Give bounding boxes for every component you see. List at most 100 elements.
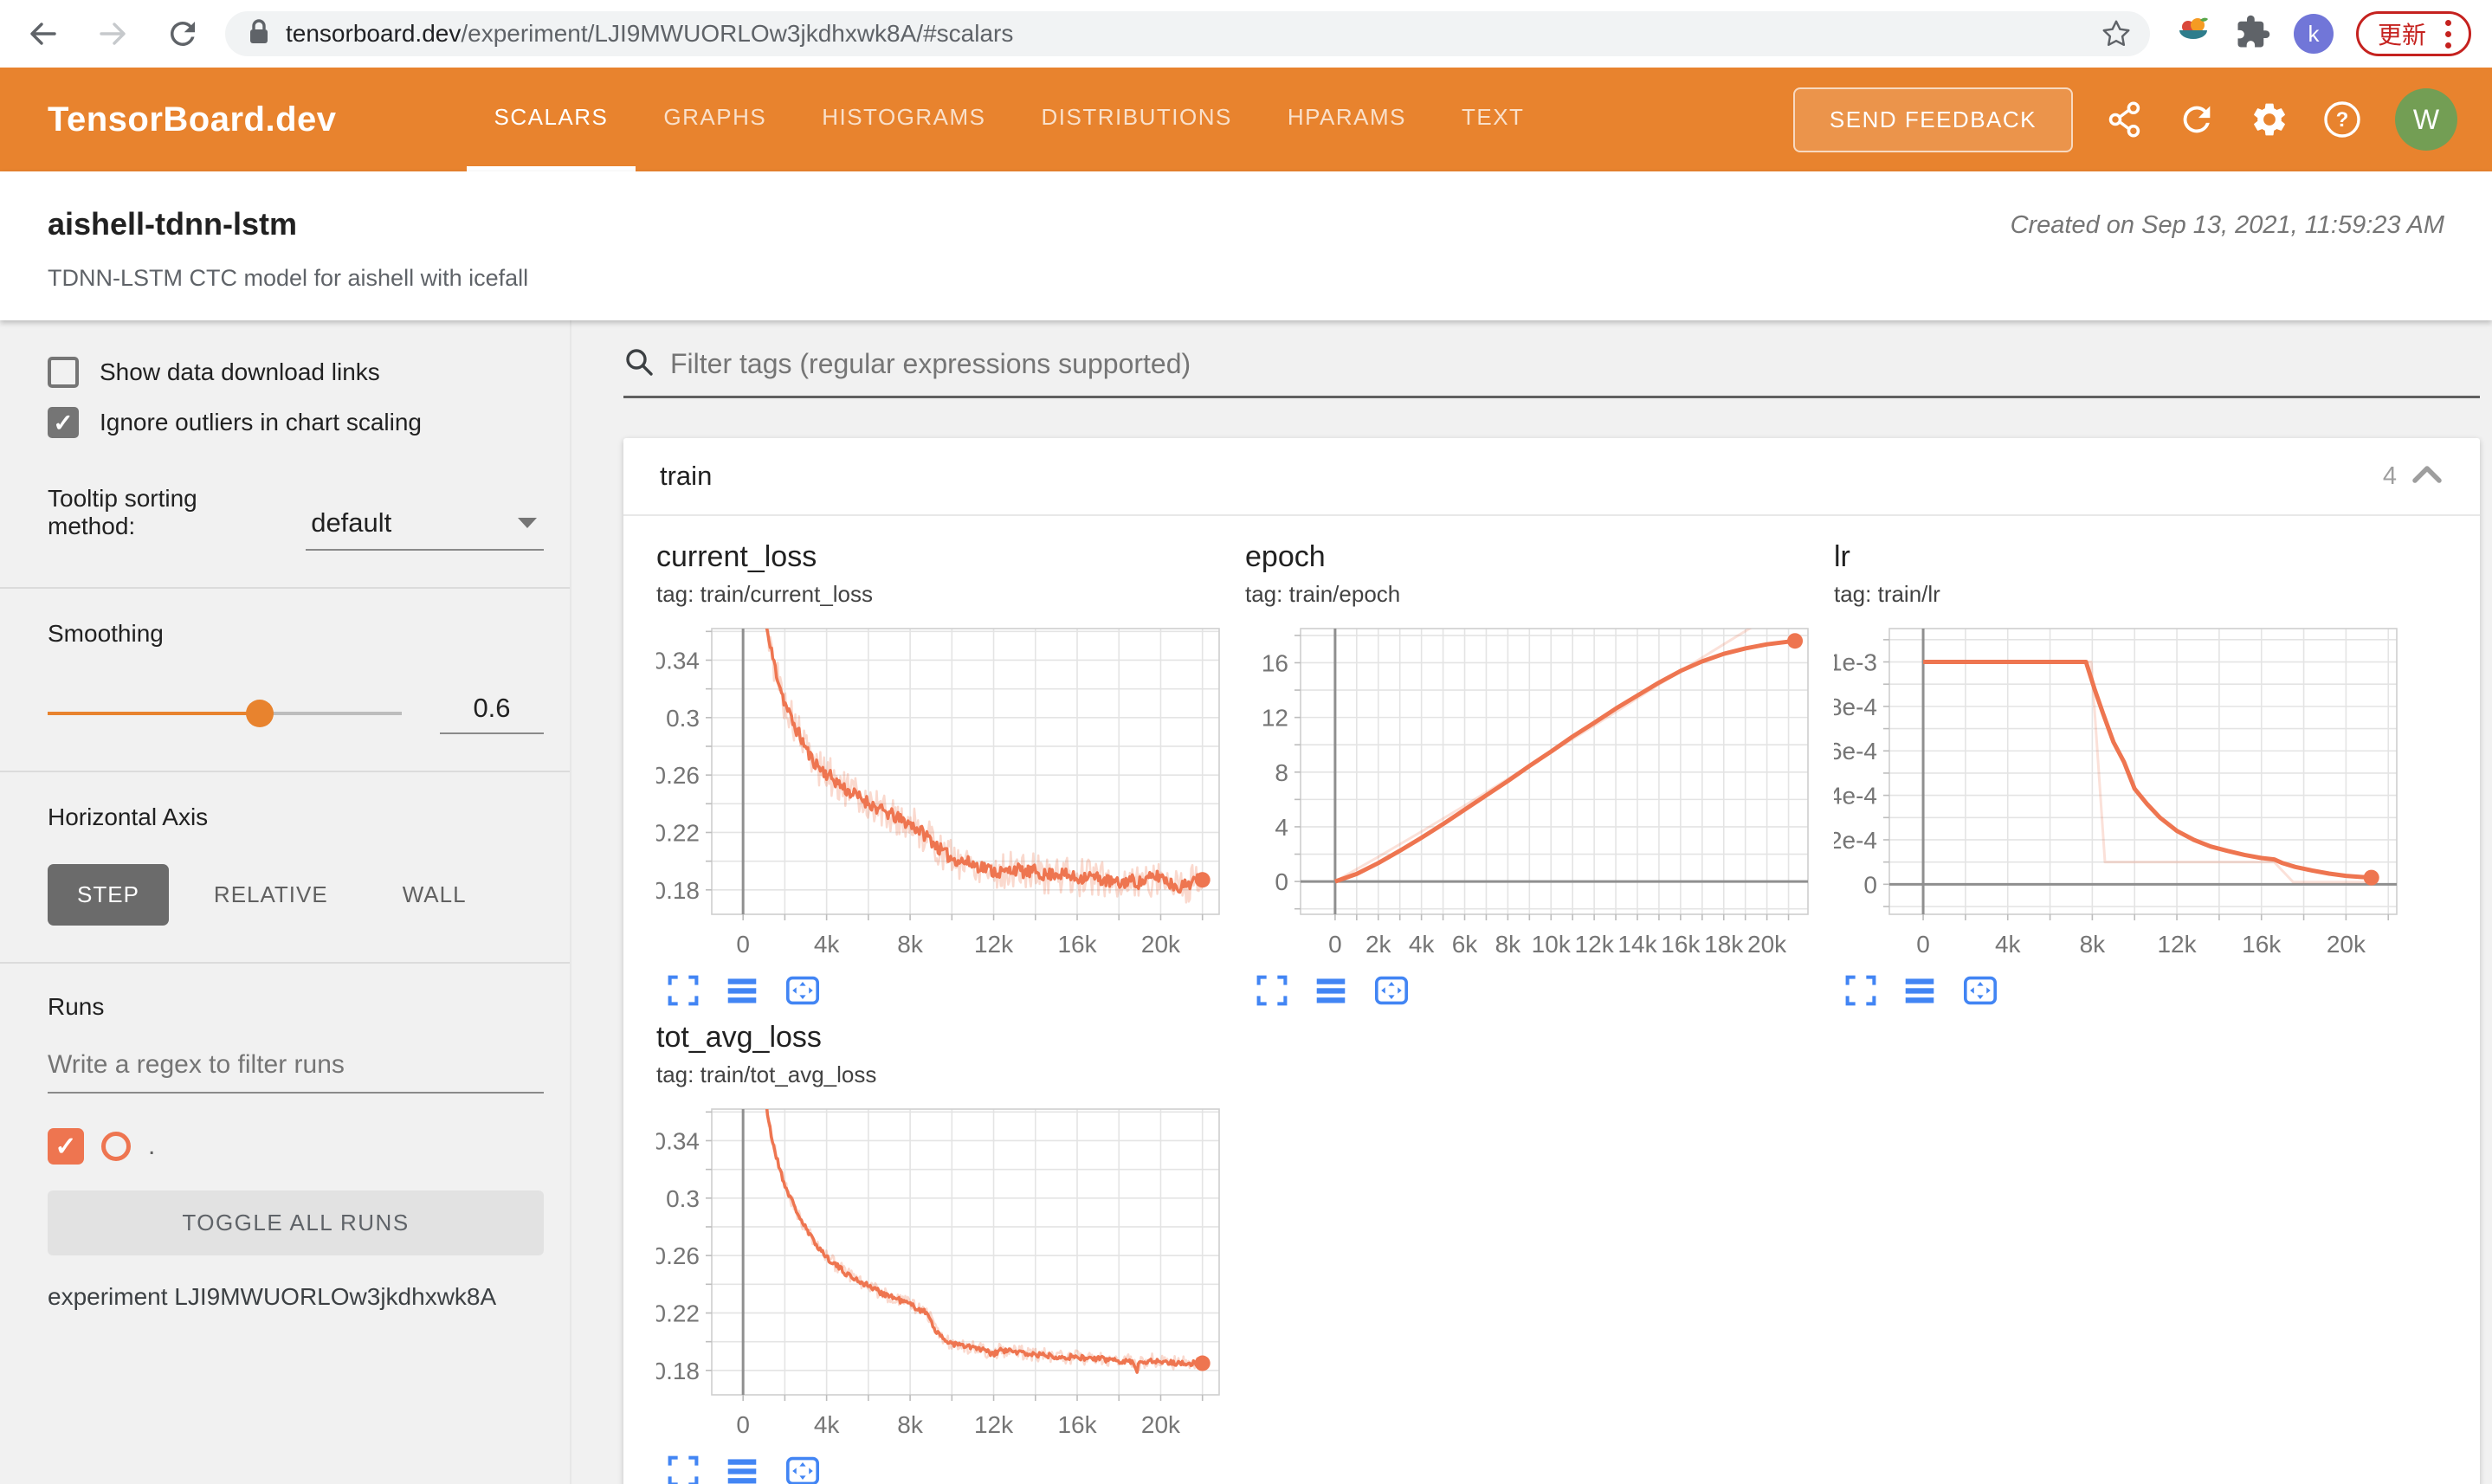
svg-text:20k: 20k (2327, 931, 2366, 958)
tab-text[interactable]: TEXT (1434, 68, 1552, 171)
browser-profile-avatar[interactable]: k (2293, 14, 2334, 54)
tab-hparams[interactable]: HPARAMS (1260, 68, 1434, 171)
extension-fruit-icon[interactable] (2174, 13, 2212, 55)
chart-epoch: epoch tag: train/epoch 0 2k 4k 6k 8k 10k 12k 14… (1245, 540, 1834, 1007)
chart-plot-lr[interactable]: 0 4k 8k 12k 16k 20k 0 2e-4 4e-4 6e-4 8e-4 1e-3 (1829, 620, 2423, 972)
help-icon[interactable]: ? (2322, 100, 2362, 139)
share-icon[interactable] (2106, 100, 2144, 139)
chart-tag: tag: train/current_loss (656, 581, 874, 607)
chart-plot-current-loss[interactable]: 0 4k 8k 12k 16k 20k 0.18 0.22 0.26 0.3 0.34 (653, 620, 1245, 972)
train-card-header[interactable]: train 4 (623, 438, 2480, 516)
svg-text:0: 0 (1328, 931, 1342, 958)
data-table-icon[interactable] (1314, 974, 1347, 1007)
tooltip-sorting-label: Tooltip sorting method: (48, 485, 197, 539)
data-table-icon[interactable] (726, 1455, 759, 1484)
svg-text:8k: 8k (897, 931, 924, 958)
svg-text:8k: 8k (2080, 931, 2107, 958)
expand-chart-icon[interactable] (1844, 974, 1877, 1007)
run-color-swatch (101, 1132, 131, 1161)
svg-text:12k: 12k (2157, 931, 2197, 958)
svg-text:8k: 8k (1495, 931, 1522, 958)
browser-menu-icon[interactable] (2440, 16, 2456, 52)
run-row: ✓ . (48, 1128, 544, 1165)
fit-domain-icon[interactable] (1962, 974, 1998, 1007)
expand-chart-icon[interactable] (1256, 974, 1288, 1007)
svg-text:10k: 10k (1532, 931, 1572, 958)
smoothing-value-input[interactable]: 0.6 (440, 693, 544, 734)
lock-icon (248, 18, 270, 50)
tab-graphs[interactable]: GRAPHS (636, 68, 794, 171)
fit-domain-icon[interactable] (784, 1455, 821, 1484)
settings-gear-icon[interactable] (2250, 100, 2289, 139)
filter-tags-input[interactable] (670, 348, 2480, 380)
collapse-chevron-icon[interactable] (2411, 463, 2444, 490)
main-nav: SCALARS GRAPHS HISTOGRAMS DISTRIBUTIONS … (466, 68, 1553, 171)
svg-text:4k: 4k (814, 1411, 841, 1438)
chart-tag: tag: train/tot_avg_loss (656, 1061, 877, 1087)
svg-text:16: 16 (1262, 649, 1288, 676)
run-name: . (148, 1132, 156, 1160)
axis-relative-button[interactable]: RELATIVE (184, 864, 358, 926)
checkbox-checked-icon[interactable]: ✓ (48, 407, 79, 438)
reload-icon[interactable] (165, 16, 201, 52)
train-card: train 4 current_loss tag: train/current_… (623, 438, 2480, 1484)
axis-wall-button[interactable]: WALL (373, 864, 496, 926)
svg-text:4k: 4k (1409, 931, 1436, 958)
send-feedback-button[interactable]: SEND FEEDBACK (1792, 87, 2073, 152)
settings-sidebar: Show data download links ✓ Ignore outlie… (0, 320, 571, 1484)
bookmark-star-icon[interactable] (2100, 17, 2133, 50)
dropdown-arrow-icon (518, 518, 537, 528)
user-avatar[interactable]: W (2395, 88, 2457, 151)
chart-title: lr (1834, 540, 1850, 573)
svg-text:20k: 20k (1747, 931, 1787, 958)
data-table-icon[interactable] (1903, 974, 1936, 1007)
runs-filter-input[interactable] (48, 1050, 544, 1080)
svg-text:4e-4: 4e-4 (1834, 783, 1877, 810)
browser-update-button[interactable]: 更新 (2355, 11, 2471, 56)
checkbox-unchecked-icon[interactable] (48, 357, 79, 388)
slider-thumb[interactable] (246, 700, 274, 727)
svg-text:0: 0 (1916, 931, 1930, 958)
svg-text:4k: 4k (814, 931, 841, 958)
app-header: TensorBoard.dev SCALARS GRAPHS HISTOGRAM… (0, 68, 2492, 171)
chart-title: epoch (1245, 540, 1326, 573)
ignore-outliers-checkbox[interactable]: ✓ Ignore outliers in chart scaling (48, 407, 544, 438)
url-bar[interactable]: tensorboard.dev/experiment/LJI9MWUORLOw3… (225, 11, 2150, 56)
tab-distributions[interactable]: DISTRIBUTIONS (1014, 68, 1260, 171)
show-download-links-checkbox[interactable]: Show data download links (48, 357, 544, 388)
horizontal-axis-label: Horizontal Axis (48, 803, 209, 830)
chart-plot-epoch[interactable]: 0 2k 4k 6k 8k 10k 12k 14k 16k 18k 20k 0 4 8 12 16 (1245, 620, 1834, 972)
tooltip-sorting-select[interactable]: default (306, 507, 544, 551)
data-table-icon[interactable] (726, 974, 759, 1007)
chart-plot-tot-avg-loss[interactable]: 0 4k 8k 12k 16k 20k 0.18 0.22 0.26 0.3 0.34 (653, 1100, 1245, 1453)
tab-histograms[interactable]: HISTOGRAMS (794, 68, 1013, 171)
fit-domain-icon[interactable] (1373, 974, 1410, 1007)
experiment-id-line: experiment LJI9MWUORLOw3jkdhxwk8A (48, 1283, 497, 1310)
back-icon[interactable] (26, 16, 61, 51)
expand-chart-icon[interactable] (667, 974, 700, 1007)
smoothing-label: Smoothing (48, 620, 164, 647)
forward-icon[interactable] (95, 16, 130, 51)
svg-text:12k: 12k (974, 931, 1014, 958)
refresh-icon[interactable] (2177, 100, 2217, 139)
svg-text:0.26: 0.26 (656, 762, 700, 789)
run-checkbox[interactable]: ✓ (48, 1128, 84, 1165)
svg-text:0.3: 0.3 (666, 1185, 700, 1212)
axis-step-button[interactable]: STEP (48, 864, 169, 926)
svg-text:12k: 12k (1575, 931, 1615, 958)
smoothing-slider[interactable] (48, 700, 402, 727)
svg-text:0.22: 0.22 (656, 1300, 700, 1326)
chart-title: current_loss (656, 540, 817, 573)
extensions-puzzle-icon[interactable] (2235, 14, 2271, 55)
section-title: train (660, 461, 713, 491)
fit-domain-icon[interactable] (784, 974, 821, 1007)
svg-text:16k: 16k (1057, 1411, 1097, 1438)
svg-text:0.22: 0.22 (656, 819, 700, 846)
expand-chart-icon[interactable] (667, 1455, 700, 1484)
search-icon (623, 346, 655, 382)
toggle-all-runs-button[interactable]: TOGGLE ALL RUNS (48, 1190, 544, 1255)
experiment-created-date: Created on Sep 13, 2021, 11:59:23 AM (2010, 211, 2444, 239)
tab-scalars[interactable]: SCALARS (466, 68, 636, 171)
page: tensorboard.dev/experiment/LJI9MWUORLOw3… (0, 0, 2492, 1484)
runs-label: Runs (48, 993, 105, 1020)
